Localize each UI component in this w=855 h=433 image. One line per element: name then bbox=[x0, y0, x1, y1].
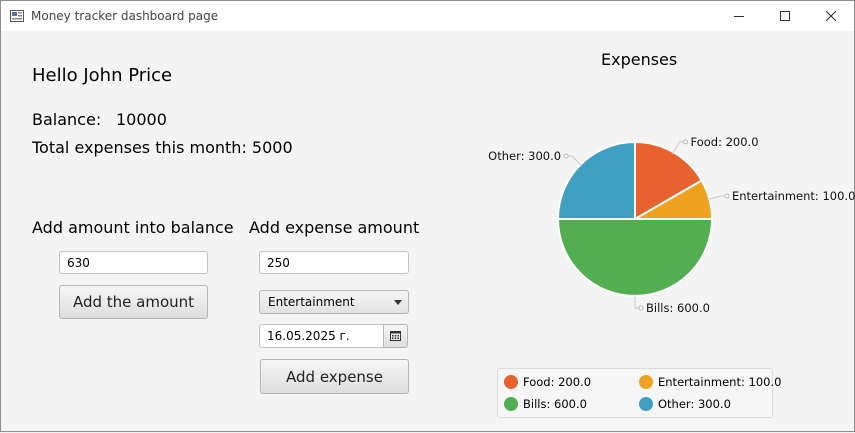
legend-item-other: Other: 300.0 bbox=[639, 397, 731, 411]
add-balance-title: Add amount into balance bbox=[32, 218, 234, 237]
legend-swatch bbox=[504, 397, 518, 411]
monthly-expenses-text: Total expenses this month: 5000 bbox=[32, 138, 293, 157]
pie-leader-dot bbox=[683, 139, 688, 145]
chart-legend: Food: 200.0 Entertainment: 100.0 Bills: … bbox=[497, 368, 781, 418]
pie-slice-food bbox=[634, 140, 704, 221]
close-button[interactable] bbox=[808, 1, 854, 31]
add-expense-title: Add expense amount bbox=[249, 218, 420, 237]
calendar-icon bbox=[390, 331, 401, 341]
app-icon bbox=[10, 10, 24, 22]
balance-amount-input[interactable] bbox=[59, 251, 208, 274]
add-amount-button[interactable]: Add the amount bbox=[59, 285, 208, 319]
pie-leader-line bbox=[672, 141, 686, 155]
pie-label-bills: Bills: 600.0 bbox=[646, 301, 710, 315]
legend-swatch bbox=[639, 397, 653, 411]
legend-item-bills: Bills: 600.0 bbox=[504, 397, 587, 411]
pie-leader-line bbox=[707, 195, 727, 201]
chevron-down-icon bbox=[394, 300, 402, 305]
date-value: 16.05.2025 г. bbox=[267, 329, 350, 343]
maximize-icon bbox=[780, 11, 790, 21]
pie-leader-dot bbox=[638, 305, 644, 311]
pie-leader-dot bbox=[563, 153, 569, 159]
legend-label: Bills: 600.0 bbox=[523, 397, 587, 411]
add-expense-button[interactable]: Add expense bbox=[260, 359, 409, 394]
legend-label: Other: 300.0 bbox=[658, 397, 731, 411]
chart-title: Expenses bbox=[601, 50, 678, 69]
legend-label: Entertainment: 100.0 bbox=[658, 375, 782, 389]
minimize-icon bbox=[734, 16, 744, 17]
greeting-text: Hello John Price bbox=[32, 65, 173, 86]
pie-slice-entertainment bbox=[631, 179, 714, 220]
category-selected-value: Entertainment bbox=[268, 295, 355, 309]
legend-swatch bbox=[504, 375, 518, 389]
app-window: Money tracker dashboard page Hello John … bbox=[0, 0, 855, 432]
expense-amount-input[interactable] bbox=[259, 251, 409, 274]
balance-value: 10000 bbox=[116, 110, 167, 129]
pie-label-food: Food: 200.0 bbox=[691, 135, 759, 149]
close-icon bbox=[826, 11, 836, 21]
pie-leader-dot bbox=[724, 193, 730, 199]
date-input[interactable]: 16.05.2025 г. bbox=[259, 324, 384, 348]
legend-label: Food: 200.0 bbox=[523, 375, 592, 389]
category-select[interactable]: Entertainment bbox=[259, 290, 409, 314]
calendar-button[interactable] bbox=[383, 324, 408, 348]
minimize-button[interactable] bbox=[716, 1, 762, 31]
balance-label: Balance: bbox=[32, 110, 102, 129]
pie-leader-line bbox=[566, 155, 583, 167]
title-bar: Money tracker dashboard page bbox=[1, 1, 854, 31]
legend-swatch bbox=[639, 375, 653, 389]
pie-slice-bills bbox=[556, 218, 714, 297]
window-title: Money tracker dashboard page bbox=[31, 9, 219, 23]
pie-slice-other bbox=[556, 140, 636, 220]
pie-label-other: Other: 300.0 bbox=[488, 149, 561, 163]
maximize-button[interactable] bbox=[762, 1, 808, 31]
legend-item-entertainment: Entertainment: 100.0 bbox=[639, 375, 781, 389]
pie-label-entertainment: Entertainment: 100.0 bbox=[732, 189, 855, 203]
legend-item-food: Food: 200.0 bbox=[504, 375, 591, 389]
pie-leader-line bbox=[634, 294, 641, 309]
